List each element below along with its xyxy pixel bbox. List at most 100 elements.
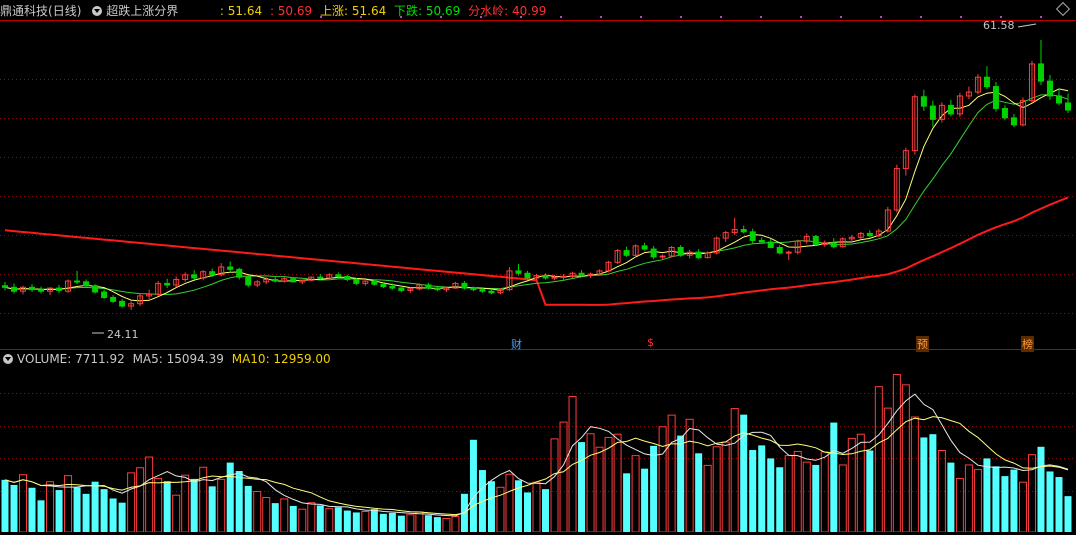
volume-name[interactable]: VOLUME [17, 352, 67, 366]
candle-body [947, 104, 954, 115]
volume-bar [298, 508, 307, 533]
volume-bar [947, 462, 955, 532]
volume-bar [955, 477, 964, 533]
volume-bar [244, 485, 252, 532]
volume-bar [847, 437, 856, 533]
candle-body [425, 284, 432, 289]
ma5-label: MA5 [132, 352, 159, 366]
price-header: 鼎通科技(日线) 超跌上涨分界 : 51.64 : 50.69 上涨: 51.6… [0, 1, 550, 21]
volume-bar [1046, 471, 1054, 532]
volume-bar [379, 513, 387, 532]
candle-body [578, 272, 585, 277]
volume-bar [550, 438, 559, 533]
up-label: 上涨 [319, 4, 344, 18]
volume-bar [992, 466, 1000, 532]
candle-body [488, 290, 495, 294]
candle-body [380, 283, 387, 288]
volume-bar [658, 426, 667, 533]
volume-bar [703, 464, 712, 533]
candle-body [83, 281, 90, 287]
candle-body [227, 266, 234, 270]
volume-bar [874, 386, 883, 533]
candle-body [767, 241, 774, 248]
chart-canvas[interactable] [0, 0, 1076, 533]
volume-bar [388, 512, 396, 532]
candle-body [371, 280, 378, 285]
watershed-label: 分水岭 [468, 4, 505, 18]
candle-body [209, 271, 216, 276]
volume-bar [343, 510, 351, 532]
watershed-value: : 40.99 [504, 4, 547, 18]
marker-finance[interactable]: 财 [511, 336, 522, 352]
volume-bar [424, 515, 432, 532]
volume-bar [208, 486, 216, 532]
volume-bar [235, 470, 243, 532]
volume-bar [641, 468, 649, 532]
volume-bar [370, 509, 378, 532]
candle-body [1046, 80, 1053, 97]
kline-chart-window[interactable]: 鼎通科技(日线) 超跌上涨分界 : 51.64 : 50.69 上涨: 51.6… [0, 0, 1076, 533]
volume-bar [838, 464, 847, 533]
volume-bar [37, 500, 45, 532]
candle-body [272, 278, 279, 282]
header-dot [1000, 16, 1002, 18]
volume-bar [10, 484, 18, 532]
header-dot [960, 16, 962, 18]
down-label: 下跌 [394, 4, 419, 18]
volume-bar [469, 439, 477, 532]
candle-body [641, 245, 648, 250]
volume-bar [758, 445, 766, 532]
header-dot [720, 16, 722, 18]
volume-bar [712, 446, 721, 533]
candle-body [11, 286, 18, 292]
candle-body [542, 275, 549, 279]
candle-body [749, 231, 756, 241]
candle-body [236, 268, 243, 278]
volume-bar [136, 467, 145, 533]
volume-bar [217, 478, 226, 533]
volume-dropdown-icon[interactable] [3, 353, 13, 364]
header-dot [760, 16, 762, 18]
indicator-dropdown-icon[interactable] [92, 5, 103, 16]
marker-dollar[interactable]: $ [647, 336, 654, 349]
volume-bar [118, 502, 126, 532]
volume-bar [181, 474, 190, 533]
volume-bar [1010, 469, 1018, 532]
volume-bar [677, 435, 685, 532]
volume-bar [28, 487, 36, 532]
indicator-name[interactable]: 超跌上涨分界 [106, 4, 178, 18]
volume-bar [812, 464, 820, 532]
candle-body [776, 246, 783, 254]
volume-bar [604, 436, 613, 533]
candle-body [56, 287, 63, 291]
candle-body [758, 239, 765, 243]
volume-bar [397, 515, 405, 532]
candle-body [164, 282, 171, 286]
low-price-label: 24.11 [107, 328, 139, 341]
value2: : 50.69 [269, 4, 313, 18]
volume-bar [154, 477, 163, 533]
volume-header: VOLUME: 7711.92 MA5: 15094.39 MA10: 1295… [0, 349, 335, 369]
volume-bar [910, 416, 919, 533]
volume-bar [505, 473, 514, 533]
ma10-line [4, 94, 1069, 296]
candle-body [929, 105, 936, 120]
volume-bar [307, 502, 316, 533]
candle-body [695, 251, 702, 259]
high-price-label: 61.58 [983, 19, 1015, 32]
candle-body [398, 287, 405, 291]
volume-bar [595, 446, 604, 533]
volume-bar [964, 464, 973, 533]
candle-body [29, 286, 36, 291]
volume-bar [1027, 454, 1036, 533]
candle-body [353, 278, 360, 284]
volume-bar [740, 414, 748, 532]
marker-forecast[interactable]: 预 [916, 336, 929, 352]
candle-body [866, 232, 873, 237]
header-dot [1040, 16, 1042, 18]
marker-ranking[interactable]: 榜 [1021, 336, 1034, 352]
candle-body [245, 276, 252, 286]
volume-bar [262, 497, 271, 533]
volume-bar [73, 487, 81, 532]
candle-body [389, 286, 396, 289]
